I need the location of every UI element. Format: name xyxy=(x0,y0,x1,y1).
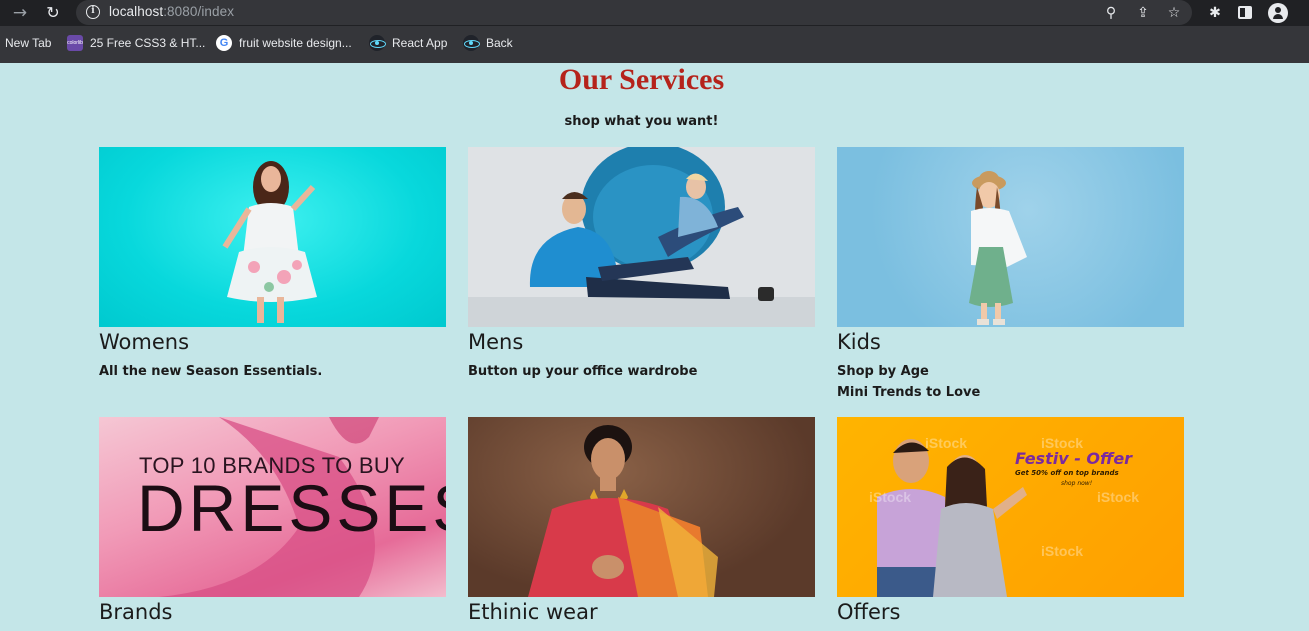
bookmark-label: Back xyxy=(486,36,513,50)
card-description: Button up your office wardrobe xyxy=(468,361,815,382)
bookmark-back[interactable]: Back xyxy=(463,31,513,55)
kids-illustration xyxy=(969,171,1027,325)
card-title: Offers xyxy=(837,600,901,624)
service-card-kids[interactable]: Kids Shop by Age Mini Trends to Love xyxy=(837,147,1184,403)
service-card-ethnic-wear[interactable]: Ethinic wear xyxy=(468,417,815,626)
bookmark-fruit-website[interactable]: fruit website design... xyxy=(216,31,352,55)
zoom-icon[interactable]: ⚲ xyxy=(1102,4,1120,22)
page-subtitle: shop what you want! xyxy=(564,114,719,129)
offers-image[interactable]: iStock iStock iStock iStock iStock Festi… xyxy=(837,417,1184,597)
card-title: Brands xyxy=(99,600,173,624)
service-card-brands[interactable]: TOP 10 BRANDS TO BUY DRESSES Brands xyxy=(99,417,446,626)
offer-cta: shop now! xyxy=(1061,480,1093,487)
address-bar[interactable]: i localhost:8080/index ⚲ ⇪ ☆ xyxy=(76,0,1192,25)
reload-icon[interactable]: ↻ xyxy=(43,3,63,23)
bookmark-label: fruit website design... xyxy=(239,36,352,50)
card-description-line: Shop by Age xyxy=(837,364,929,379)
bookmark-label: React App xyxy=(392,36,448,50)
url-host: localhost xyxy=(109,4,164,19)
brands-image[interactable]: TOP 10 BRANDS TO BUY DRESSES xyxy=(99,417,446,597)
service-card-offers[interactable]: iStock iStock iStock iStock iStock Festi… xyxy=(837,417,1184,626)
card-title: Womens xyxy=(99,330,190,354)
share-icon[interactable]: ⇪ xyxy=(1134,4,1152,22)
card-title: Mens xyxy=(468,330,524,354)
womens-illustration xyxy=(222,161,317,323)
extensions-icon[interactable]: ✱ xyxy=(1205,3,1225,23)
card-title: Kids xyxy=(837,330,881,354)
bookmark-star-icon[interactable]: ☆ xyxy=(1165,4,1183,22)
url-text[interactable]: localhost:8080/index xyxy=(109,4,234,19)
offer-subline: Get 50% off on top brands xyxy=(1015,469,1119,477)
url-path: :8080/index xyxy=(163,4,235,19)
brands-image-headline: DRESSES xyxy=(137,471,446,545)
service-card-womens[interactable]: Womens All the new Season Essentials. xyxy=(99,147,446,382)
profile-avatar-icon[interactable] xyxy=(1268,3,1288,23)
browser-toolbar: → ↻ i localhost:8080/index ⚲ ⇪ ☆ ✱ xyxy=(0,0,1309,26)
card-description: All the new Season Essentials. xyxy=(99,361,446,382)
bookmark-css3-templates[interactable]: colorlib 25 Free CSS3 & HT... xyxy=(67,31,205,55)
ethnic-wear-image[interactable] xyxy=(468,417,815,597)
istock-watermark: iStock xyxy=(925,435,968,451)
kids-image[interactable] xyxy=(837,147,1184,327)
page-title: Our Services xyxy=(558,63,725,96)
site-info-icon[interactable]: i xyxy=(86,5,100,19)
bookmark-label: New Tab xyxy=(5,36,52,50)
google-favicon-icon xyxy=(216,35,232,51)
istock-watermark: iStock xyxy=(1041,543,1084,559)
card-description: Shop by Age Mini Trends to Love xyxy=(837,361,1184,403)
istock-watermark: iStock xyxy=(869,489,912,505)
mens-illustration xyxy=(468,147,815,327)
bookmark-react-app[interactable]: React App xyxy=(369,31,447,55)
bookmark-label: 25 Free CSS3 & HT... xyxy=(90,36,206,50)
side-panel-icon[interactable] xyxy=(1238,6,1252,19)
card-description-line: Mini Trends to Love xyxy=(837,385,981,400)
react-favicon-icon xyxy=(463,35,480,51)
bookmark-new-tab[interactable]: New Tab xyxy=(5,31,51,55)
womens-image[interactable] xyxy=(99,147,446,327)
istock-watermark: iStock xyxy=(1097,489,1140,505)
card-title: Ethinic wear xyxy=(468,600,598,624)
mens-image[interactable] xyxy=(468,147,815,327)
ethnic-wear-illustration xyxy=(528,425,718,597)
react-favicon-icon xyxy=(369,35,386,51)
card-description-line: Button up your office wardrobe xyxy=(468,364,698,379)
card-description-line: All the new Season Essentials. xyxy=(99,364,323,379)
forward-icon[interactable]: → xyxy=(10,3,30,23)
bookmarks-bar: New Tab colorlib 25 Free CSS3 & HT... fr… xyxy=(0,31,1309,55)
offers-illustration xyxy=(877,439,1027,597)
service-card-mens[interactable]: Mens Button up your office wardrobe xyxy=(468,147,815,382)
offer-headline: Festiv - Offer xyxy=(1015,449,1133,468)
browser-chrome: → ↻ i localhost:8080/index ⚲ ⇪ ☆ ✱ New T… xyxy=(0,0,1309,63)
colorlib-favicon-icon: colorlib xyxy=(67,35,83,51)
